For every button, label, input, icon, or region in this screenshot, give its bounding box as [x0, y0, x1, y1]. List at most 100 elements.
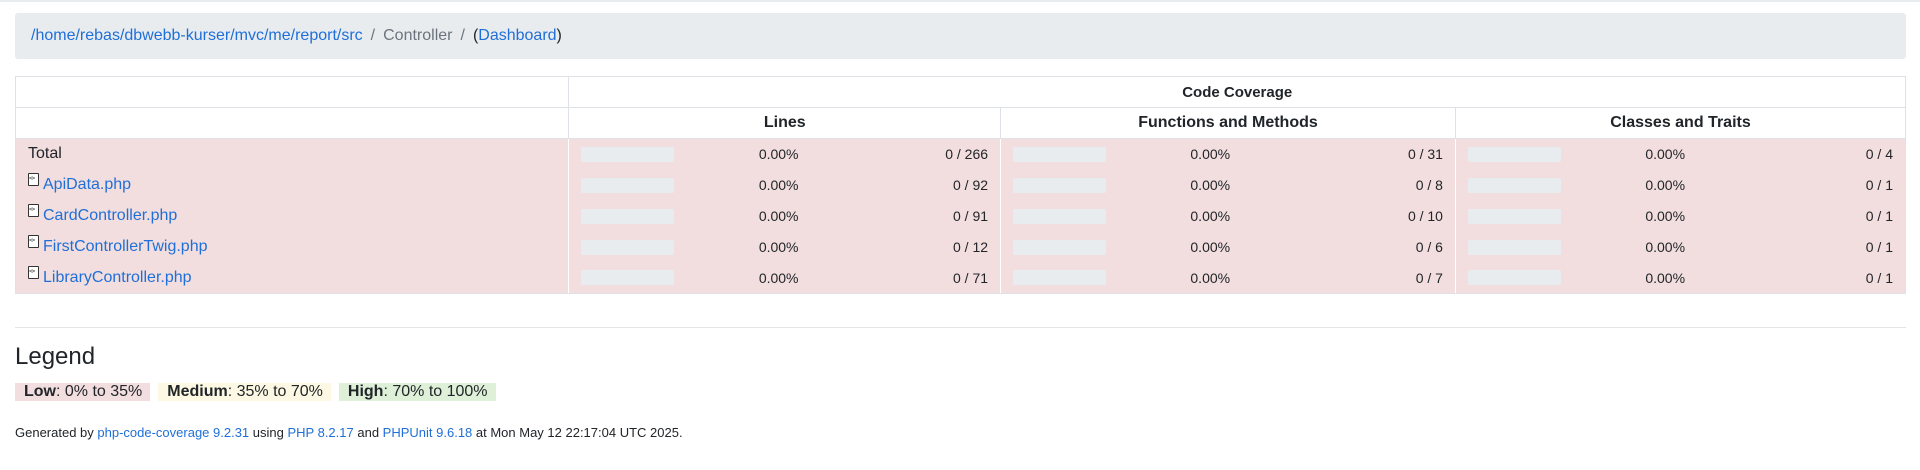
legend-high-range: : 70% to 100%	[383, 383, 488, 400]
legend-title: Legend	[15, 343, 96, 370]
classes-ratio: 0 / 1	[1689, 200, 1907, 232]
classes-percent: 0.00%	[1577, 262, 1690, 294]
table-row: Total 0.00% 0 / 266 0.00% 0 / 31 0.00% 0 / 4	[14, 138, 1907, 170]
lines-coverage-bar	[581, 146, 675, 162]
breadcrumb-separator: /	[370, 27, 376, 44]
coverage-rows: Total0.00%0 / 2660.00%0 / 310.00%0 / 4Ap…	[14, 138, 1907, 294]
file-name-cell: CardController.php	[14, 200, 569, 232]
functions-bar-cell	[1000, 200, 1123, 232]
functions-bar-cell	[1000, 262, 1123, 294]
legend-medium: Medium: 35% to 70%	[158, 383, 331, 401]
breadcrumb-paren-close: )	[556, 27, 562, 44]
top-border	[0, 0, 1920, 2]
legend: Low: 0% to 35% Medium: 35% to 70% High: …	[15, 383, 496, 401]
functions-ratio: 0 / 6	[1234, 231, 1456, 263]
functions-ratio: 0 / 8	[1234, 169, 1456, 201]
file-link[interactable]: FirstControllerTwig.php	[43, 238, 208, 255]
classes-bar-cell	[1454, 200, 1578, 232]
php-code-coverage-link[interactable]: php-code-coverage 9.2.31	[97, 425, 249, 440]
breadcrumb-separator: /	[460, 27, 465, 44]
lines-ratio: 0 / 92	[802, 169, 1001, 201]
legend-low-label: Low	[24, 383, 56, 400]
table-row: FirstControllerTwig.php0.00%0 / 120.00%0…	[14, 231, 1907, 263]
classes-coverage-bar	[1467, 270, 1561, 286]
classes-bar-cell	[1454, 169, 1578, 201]
code-file-icon	[28, 235, 39, 248]
legend-medium-label: Medium	[167, 383, 228, 400]
code-file-icon	[28, 204, 39, 217]
functions-percent: 0.00%	[1122, 200, 1235, 232]
functions-percent: 0.00%	[1122, 169, 1235, 201]
php-link[interactable]: PHP 8.2.17	[287, 425, 353, 440]
lines-header: Lines	[568, 107, 1002, 139]
lines-coverage-bar	[581, 239, 675, 255]
file-link[interactable]: ApiData.php	[43, 176, 131, 193]
classes-percent: 0.00%	[1577, 200, 1690, 232]
lines-ratio: 0 / 266	[802, 138, 1001, 170]
header-empty-cell	[14, 76, 570, 108]
breadcrumb-path-link[interactable]: /home/rebas/dbwebb-kurser/mvc/me/report/…	[31, 27, 363, 45]
functions-methods-header: Functions and Methods	[1000, 107, 1456, 139]
footer-prefix: Generated by	[15, 425, 98, 440]
code-file-icon	[28, 265, 39, 279]
legend-high-label: High	[347, 383, 384, 400]
classes-bar-cell	[1454, 231, 1578, 263]
functions-coverage-bar	[1013, 177, 1107, 193]
functions-ratio: 0 / 10	[1234, 200, 1456, 232]
lines-bar-cell	[568, 200, 691, 232]
classes-ratio: 0 / 1	[1689, 169, 1907, 201]
functions-percent: 0.00%	[1122, 138, 1235, 170]
legend-high: High: 70% to 100%	[338, 383, 496, 401]
functions-coverage-bar	[1013, 239, 1107, 255]
lines-ratio: 0 / 12	[802, 231, 1001, 263]
file-name-cell: ApiData.php	[14, 169, 569, 201]
legend-low-range: : 0% to 35%	[56, 383, 143, 400]
lines-bar-cell	[568, 231, 691, 263]
classes-bar-cell	[1454, 138, 1578, 170]
classes-percent: 0.00%	[1577, 138, 1690, 170]
classes-percent: 0.00%	[1577, 231, 1690, 263]
functions-percent: 0.00%	[1122, 262, 1235, 294]
functions-bar-cell	[1000, 231, 1123, 263]
header-empty-cell	[14, 107, 570, 139]
lines-ratio: 0 / 71	[802, 262, 1001, 294]
functions-bar-cell	[1000, 169, 1123, 201]
table-row: CardController.php0.00%0 / 910.00%0 / 10…	[14, 200, 1907, 232]
classes-bar-cell	[1454, 262, 1578, 294]
lines-percent: 0.00%	[690, 169, 803, 201]
code-coverage-header: Code Coverage	[568, 76, 1906, 108]
dashboard-link[interactable]: Dashboard	[478, 27, 556, 45]
lines-coverage-bar	[581, 208, 675, 224]
footer-and: and	[353, 425, 383, 440]
file-name-cell: FirstControllerTwig.php	[14, 231, 569, 263]
lines-percent: 0.00%	[690, 231, 803, 263]
breadcrumb: /home/rebas/dbwebb-kurser/mvc/me/report/…	[15, 13, 1906, 59]
phpunit-link[interactable]: PHPUnit 9.6.18	[383, 425, 473, 440]
file-name-cell: Total	[14, 138, 569, 170]
lines-percent: 0.00%	[690, 138, 803, 170]
footer-suffix: at Mon May 12 22:17:04 UTC 2025.	[472, 425, 683, 440]
divider	[15, 327, 1906, 328]
coverage-table: Code Coverage Lines Functions and Method…	[14, 76, 1907, 294]
total-label: Total	[28, 145, 62, 163]
breadcrumb-current: Controller	[383, 27, 453, 44]
classes-ratio: 0 / 4	[1689, 138, 1907, 170]
file-link[interactable]: CardController.php	[43, 207, 177, 224]
lines-bar-cell	[568, 138, 691, 170]
classes-ratio: 0 / 1	[1689, 262, 1907, 294]
functions-coverage-bar	[1013, 208, 1107, 224]
classes-ratio: 0 / 1	[1689, 231, 1907, 263]
file-link[interactable]: LibraryController.php	[43, 269, 192, 286]
table-row: LibraryController.php0.00%0 / 710.00%0 /…	[14, 262, 1907, 294]
classes-coverage-bar	[1467, 208, 1561, 224]
classes-coverage-bar	[1467, 239, 1561, 255]
lines-percent: 0.00%	[690, 262, 803, 294]
code-file-icon	[28, 173, 39, 186]
classes-traits-header: Classes and Traits	[1454, 107, 1907, 139]
functions-coverage-bar	[1013, 146, 1107, 162]
lines-percent: 0.00%	[690, 200, 803, 232]
functions-ratio: 0 / 31	[1234, 138, 1456, 170]
lines-bar-cell	[568, 262, 691, 294]
lines-coverage-bar	[581, 270, 675, 286]
functions-coverage-bar	[1013, 270, 1107, 286]
